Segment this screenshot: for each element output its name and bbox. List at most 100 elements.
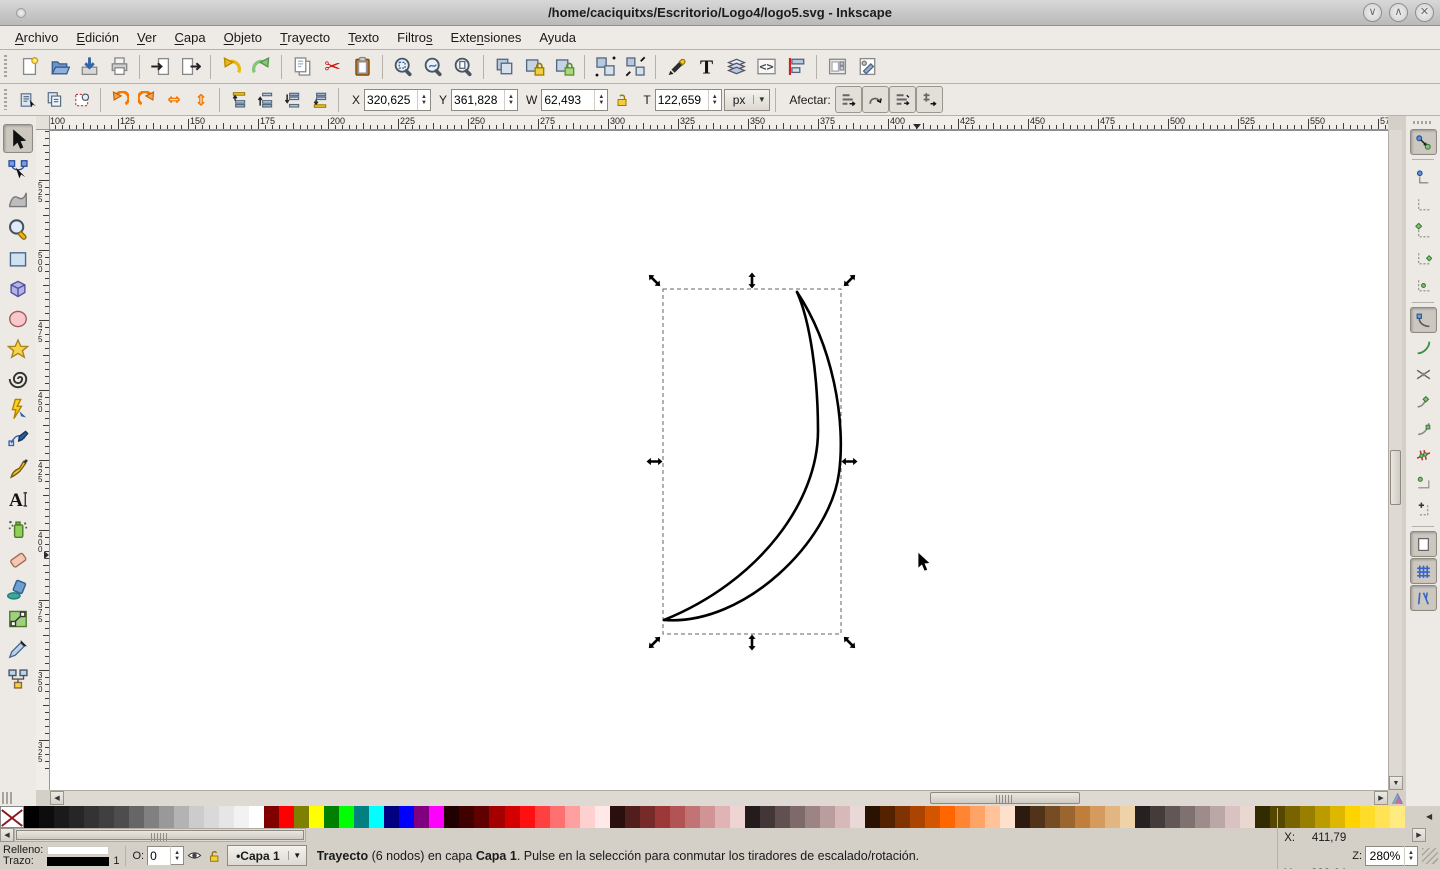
rect-tool[interactable]	[3, 244, 33, 273]
snap-line-midpoint[interactable]	[1410, 442, 1437, 468]
document-properties[interactable]	[822, 52, 852, 82]
affect-move-gradients[interactable]	[888, 86, 916, 113]
star-tool[interactable]	[3, 334, 33, 363]
zoom-page[interactable]	[448, 52, 478, 82]
palette-swatch[interactable]	[1075, 806, 1091, 828]
pencil-tool[interactable]	[3, 394, 33, 423]
shade-button[interactable]: ∨	[1363, 3, 1382, 22]
fill-swatch[interactable]	[47, 845, 110, 855]
snap-rotation-center[interactable]	[1410, 496, 1437, 522]
palette-swatch[interactable]	[564, 806, 580, 828]
import-document[interactable]	[145, 52, 175, 82]
palette-swatch[interactable]	[1030, 806, 1046, 828]
palette-swatch[interactable]	[969, 806, 985, 828]
menu-trayecto[interactable]: Trayecto	[271, 27, 339, 48]
open-folder[interactable]	[44, 52, 74, 82]
gradient-tool[interactable]	[3, 604, 33, 633]
menu-texto[interactable]: Texto	[339, 27, 388, 48]
palette-swatch[interactable]	[714, 806, 730, 828]
palette-swatch[interactable]	[1000, 806, 1016, 828]
snap-bbox[interactable]	[1410, 164, 1437, 190]
tweak-tool[interactable]	[3, 184, 33, 213]
menu-ayuda[interactable]: Ayuda	[530, 27, 585, 48]
menu-filtros[interactable]: Filtros	[388, 27, 441, 48]
toolbar-grip[interactable]	[2, 54, 10, 79]
palette-swatch[interactable]	[909, 806, 925, 828]
vertical-ruler[interactable]: 525500475450425400375350325	[36, 130, 50, 790]
palette-scrollbar[interactable]: ◀ ▶	[0, 828, 1440, 842]
zoom-selection[interactable]	[388, 52, 418, 82]
palette-swatch[interactable]	[459, 806, 475, 828]
palette-swatch[interactable]	[1105, 806, 1121, 828]
palette-swatch[interactable]	[939, 806, 955, 828]
palette-swatch[interactable]	[729, 806, 745, 828]
palette-swatch[interactable]	[1060, 806, 1076, 828]
unit-select[interactable]: px ▼	[723, 88, 771, 111]
vertical-scrollbar-thumb[interactable]	[1390, 450, 1401, 505]
menu-capa[interactable]: Capa	[166, 27, 215, 48]
selected-path[interactable]	[662, 290, 843, 622]
palette-swatch[interactable]	[549, 806, 565, 828]
palette-swatch[interactable]	[99, 806, 115, 828]
palette-swatch[interactable]	[579, 806, 595, 828]
palette-swatch[interactable]	[189, 806, 205, 828]
new-document[interactable]	[14, 52, 44, 82]
box3d-tool[interactable]	[3, 274, 33, 303]
snap-bbox-corner[interactable]	[1410, 218, 1437, 244]
lower-to-bottom[interactable]	[306, 86, 333, 113]
snap-nodes[interactable]	[1409, 307, 1437, 333]
group[interactable]	[590, 52, 620, 82]
deselect[interactable]	[68, 86, 95, 113]
snap-path-intersection[interactable]	[1410, 361, 1437, 387]
affect-scale-corners[interactable]	[861, 86, 889, 113]
palette-swatch[interactable]	[924, 806, 940, 828]
palette-swatch[interactable]	[444, 806, 460, 828]
palette-swatch[interactable]	[324, 806, 340, 828]
palette-swatch[interactable]	[1195, 806, 1211, 828]
snap-page-border[interactable]	[1409, 531, 1437, 557]
palette-swatch[interactable]	[639, 806, 655, 828]
lock-dims[interactable]	[608, 86, 635, 113]
bucket-tool[interactable]	[3, 574, 33, 603]
raise[interactable]	[252, 86, 279, 113]
affect-scale-stroke[interactable]	[834, 86, 862, 113]
save-document[interactable]	[74, 52, 104, 82]
snap-guides[interactable]	[1409, 585, 1437, 611]
palette-swatch[interactable]	[759, 806, 775, 828]
palette-swatch[interactable]	[1135, 806, 1151, 828]
h-spinner[interactable]: ▲ ▼	[707, 89, 721, 110]
palette-swatch[interactable]	[669, 806, 685, 828]
palette-swatch[interactable]	[234, 806, 250, 828]
toolbar-grip[interactable]	[1412, 119, 1434, 125]
select-all[interactable]	[14, 86, 41, 113]
palette-swatch[interactable]	[354, 806, 370, 828]
palette-swatch[interactable]	[279, 806, 295, 828]
palette-swatch[interactable]	[534, 806, 550, 828]
palette-swatch[interactable]	[985, 806, 1001, 828]
palette-scroll-left-button[interactable]: ◀	[0, 828, 14, 842]
menu-edición[interactable]: Edición	[67, 27, 128, 48]
palette-swatch[interactable]	[819, 806, 835, 828]
palette-swatch[interactable]	[219, 806, 235, 828]
palette-swatch[interactable]	[624, 806, 640, 828]
xml-editor[interactable]: <>	[751, 52, 781, 82]
palette-swatch[interactable]	[744, 806, 760, 828]
y-spinner[interactable]: ▲ ▼	[504, 89, 517, 110]
connector-tool[interactable]	[3, 664, 33, 693]
x-spinner[interactable]: ▲ ▼	[417, 89, 430, 110]
palette-swatch[interactable]	[144, 806, 160, 828]
scroll-left-button[interactable]: ◀	[50, 791, 64, 805]
palette-swatch[interactable]	[429, 806, 445, 828]
raise-to-top[interactable]	[225, 86, 252, 113]
spiral-tool[interactable]	[3, 364, 33, 393]
palette-swatch[interactable]	[114, 806, 130, 828]
select-all-layers[interactable]	[41, 86, 68, 113]
clone[interactable]	[519, 52, 549, 82]
flip-vertical[interactable]: ⇕	[187, 86, 214, 113]
palette-swatch[interactable]	[894, 806, 910, 828]
x-field[interactable]	[365, 90, 418, 109]
palette-swatch[interactable]	[39, 806, 55, 828]
rotate-cw[interactable]	[133, 86, 160, 113]
align-dialog[interactable]	[781, 52, 811, 82]
palette-swatch[interactable]	[1390, 806, 1406, 828]
